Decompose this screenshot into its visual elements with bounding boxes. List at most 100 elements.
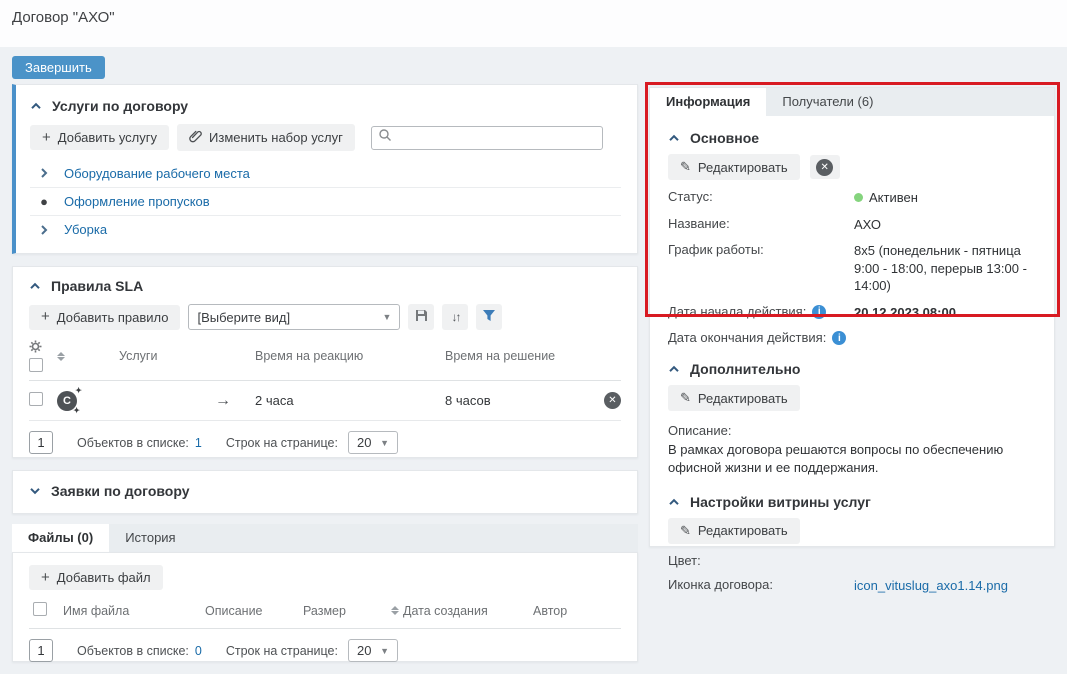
- plus-icon: +: [42, 132, 51, 144]
- field-value: 8x5 (понедельник - пятница 9:00 - 18:00,…: [854, 242, 1036, 295]
- plus-icon: +: [41, 311, 50, 323]
- info-tabbar: Информация Получатели (6): [650, 88, 1054, 116]
- service-list: Оборудование рабочего места ● Оформление…: [30, 159, 621, 243]
- requests-panel: Заявки по договору: [12, 470, 638, 514]
- select-all-checkbox[interactable]: [29, 358, 43, 372]
- collapse-up-icon[interactable]: [668, 365, 680, 373]
- description-text: В рамках договора решаются вопросы по об…: [668, 441, 1036, 477]
- collapse-up-icon[interactable]: [29, 282, 41, 290]
- chevron-right-icon[interactable]: [38, 224, 50, 236]
- main-section: Основное ✎ Редактировать ✕ Статус: Актив…: [668, 130, 1036, 345]
- sort-toggle-icon[interactable]: [391, 606, 399, 615]
- sla-table-header: Услуги Время на реакцию Время на решение: [29, 340, 621, 381]
- tab-recipients[interactable]: Получатели (6): [766, 88, 889, 116]
- select-all-checkbox[interactable]: [33, 602, 47, 616]
- sort-button[interactable]: ↓↑: [442, 304, 468, 330]
- field-value: 20.12.2023 08:00: [854, 304, 1036, 322]
- field-label: Иконка договора:: [668, 577, 854, 595]
- column-header-created[interactable]: Дата создания: [403, 604, 488, 618]
- reaction-time-value: 2 часа: [243, 393, 433, 408]
- column-header-reaction[interactable]: Время на реакцию: [243, 349, 433, 363]
- field-label: График работы:: [668, 242, 854, 295]
- rows-per-page-select[interactable]: 20 ▼: [348, 639, 398, 662]
- sort-toggle-icon[interactable]: [57, 352, 93, 361]
- additional-section-title: Дополнительно: [690, 361, 800, 377]
- collapse-down-icon[interactable]: [29, 487, 41, 495]
- column-header-resolution[interactable]: Время на решение: [433, 349, 587, 363]
- sla-view-select-value: [Выберите вид]: [197, 310, 290, 325]
- rows-per-page-label: Строк на странице:: [226, 436, 338, 450]
- column-header-filename[interactable]: Имя файла: [59, 604, 201, 618]
- page-number-button[interactable]: 1: [29, 431, 53, 454]
- objects-count-value: 1: [195, 436, 202, 450]
- column-header-description[interactable]: Описание: [201, 604, 299, 618]
- field-name: Название: АХО: [668, 216, 1036, 234]
- service-link[interactable]: Оформление пропусков: [64, 194, 210, 209]
- column-header-author[interactable]: Автор: [529, 604, 621, 618]
- edit-storefront-button[interactable]: ✎ Редактировать: [668, 518, 800, 544]
- row-checkbox[interactable]: [29, 392, 43, 406]
- add-rule-button[interactable]: + Добавить правило: [29, 305, 180, 330]
- collapse-up-icon[interactable]: [30, 102, 42, 110]
- add-service-label: Добавить услугу: [58, 130, 157, 145]
- files-tabbar: Файлы (0) История: [12, 524, 638, 552]
- filter-button[interactable]: [476, 304, 502, 330]
- field-label: Название:: [668, 216, 854, 234]
- column-header-services[interactable]: Услуги: [93, 349, 243, 363]
- field-schedule: График работы: 8x5 (понедельник - пятниц…: [668, 242, 1036, 295]
- column-header-size[interactable]: Размер: [299, 604, 387, 618]
- service-link[interactable]: Оборудование рабочего места: [64, 166, 250, 181]
- collapse-up-icon[interactable]: [668, 134, 680, 142]
- contract-icon-link[interactable]: icon_vituslug_axo1.14.png: [854, 578, 1008, 593]
- service-copy-icon[interactable]: C ✦ ✦: [57, 391, 77, 411]
- gear-icon[interactable]: [29, 340, 42, 356]
- add-service-button[interactable]: + Добавить услугу: [30, 125, 169, 150]
- delete-rule-icon[interactable]: ✕: [604, 392, 621, 409]
- resolution-time-value: 8 часов: [433, 393, 587, 408]
- save-icon: [415, 309, 428, 325]
- list-item: ● Оформление пропусков: [30, 187, 621, 215]
- sla-panel: Правила SLA + Добавить правило [Выберите…: [12, 266, 638, 458]
- pencil-icon: ✎: [680, 523, 691, 539]
- edit-service-set-button[interactable]: Изменить набор услуг: [177, 124, 355, 151]
- edit-main-button[interactable]: ✎ Редактировать: [668, 154, 800, 180]
- cancel-button[interactable]: ✕: [810, 155, 840, 179]
- service-search: [371, 126, 603, 150]
- save-view-button[interactable]: [408, 304, 434, 330]
- tab-files[interactable]: Файлы (0): [12, 524, 109, 552]
- collapse-up-icon[interactable]: [668, 498, 680, 506]
- chevron-right-icon[interactable]: [38, 167, 50, 179]
- chevron-down-icon: ▼: [380, 646, 389, 656]
- files-panel: + Добавить файл Имя файла Описание Разме…: [12, 552, 638, 662]
- field-label: Дата окончания действия:: [668, 330, 826, 345]
- info-panel: Информация Получатели (6) Основное ✎ Ред…: [649, 87, 1055, 547]
- tab-history[interactable]: История: [109, 524, 191, 552]
- tab-information[interactable]: Информация: [650, 88, 766, 116]
- arrow-right-icon: →: [215, 392, 231, 410]
- page-title: Договор "АХО": [12, 9, 115, 26]
- plus-icon: +: [41, 572, 50, 584]
- rows-per-page-select[interactable]: 20 ▼: [348, 431, 398, 454]
- filter-icon: [482, 309, 496, 325]
- storefront-section: Настройки витрины услуг ✎ Редактировать …: [668, 494, 1036, 595]
- main-section-title: Основное: [690, 130, 759, 146]
- edit-main-label: Редактировать: [698, 160, 788, 175]
- add-file-button[interactable]: + Добавить файл: [29, 565, 163, 590]
- table-row: C ✦ ✦ → 2 часа 8 часов ✕: [29, 381, 621, 421]
- service-search-input[interactable]: [397, 130, 596, 145]
- bullet-icon: ●: [38, 194, 50, 209]
- rows-per-page-value: 20: [357, 643, 371, 658]
- sla-view-select[interactable]: [Выберите вид] ▼: [188, 304, 400, 330]
- storefront-section-title: Настройки витрины услуг: [690, 494, 871, 510]
- service-link[interactable]: Уборка: [64, 222, 107, 237]
- field-value: АХО: [854, 216, 1036, 234]
- field-color: Цвет:: [668, 553, 1036, 568]
- page-number-button[interactable]: 1: [29, 639, 53, 662]
- finish-button[interactable]: Завершить: [12, 56, 105, 79]
- info-icon[interactable]: i: [832, 331, 846, 345]
- files-pagination: 1 Объектов в списке: 0 Строк на странице…: [29, 639, 621, 662]
- field-label: Цвет:: [668, 553, 854, 568]
- edit-additional-button[interactable]: ✎ Редактировать: [668, 385, 800, 411]
- requests-panel-title: Заявки по договору: [51, 483, 190, 499]
- info-icon[interactable]: i: [812, 305, 826, 319]
